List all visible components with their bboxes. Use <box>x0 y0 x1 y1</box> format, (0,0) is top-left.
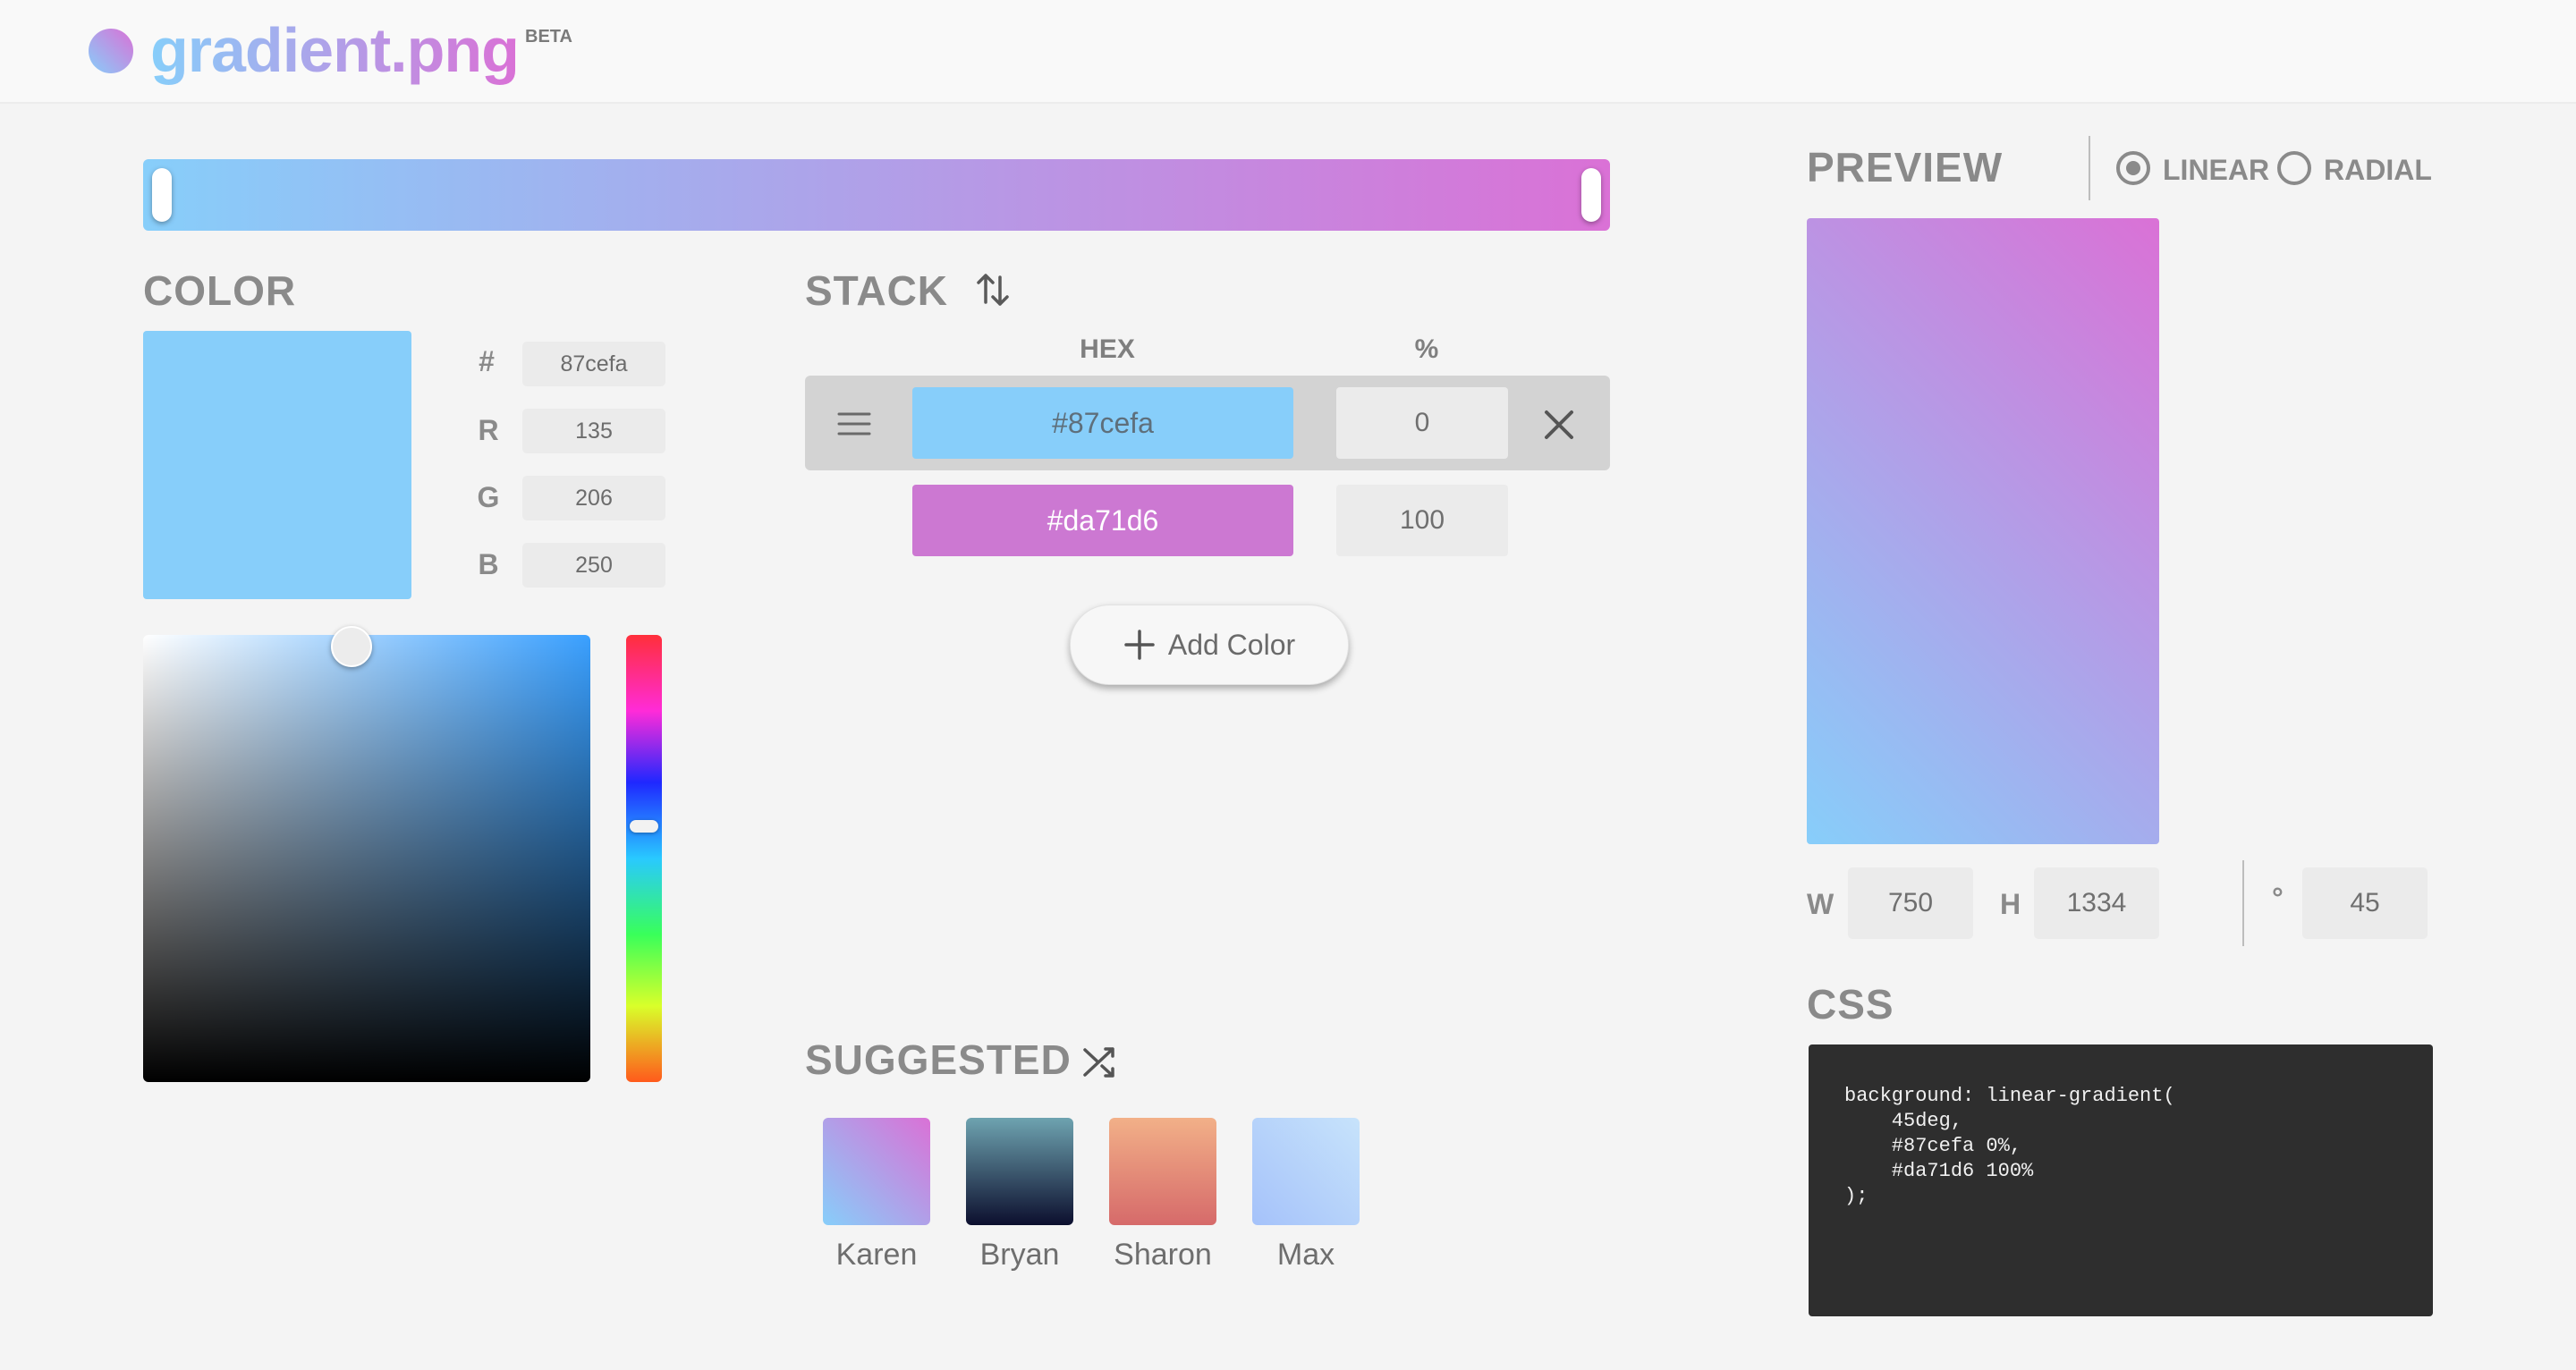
preset-name: Max <box>1276 1238 1335 1272</box>
width-input[interactable]: 750 <box>1848 867 1973 939</box>
r-input[interactable]: 135 <box>522 409 665 453</box>
hex-column-header: HEX <box>1080 334 1135 364</box>
preset-swatch[interactable] <box>1252 1118 1360 1225</box>
b-input[interactable]: 250 <box>522 543 665 588</box>
beta-badge: BETA <box>525 27 572 47</box>
stop-hex-chip[interactable]: #87cefa <box>912 387 1293 459</box>
gradient-preview <box>1807 218 2159 844</box>
g-label: G <box>477 481 500 513</box>
stack-section-title: STACK <box>805 267 949 314</box>
preset-swatch[interactable] <box>823 1118 930 1225</box>
preset-swatch[interactable] <box>1109 1118 1216 1225</box>
stop-hex-chip[interactable]: #da71d6 <box>912 485 1293 556</box>
angle-divider <box>2242 860 2244 946</box>
width-label: W <box>1807 888 1835 920</box>
css-code-output[interactable]: background: linear-gradient( 45deg, #87c… <box>1809 1044 2433 1316</box>
preset-name: Bryan <box>979 1238 1060 1272</box>
angle-label: ° <box>2272 882 2284 914</box>
hex-input[interactable]: 87cefa <box>522 342 665 386</box>
radial-label[interactable]: RADIAL <box>2324 154 2432 187</box>
preset-name: Sharon <box>1114 1238 1212 1272</box>
suggested-preset[interactable]: Bryan <box>966 1118 1073 1273</box>
stop-handle-end[interactable] <box>1581 168 1601 222</box>
linear-radio[interactable] <box>2116 151 2150 185</box>
preset-name: Karen <box>835 1238 918 1272</box>
gradient-stops-bar[interactable] <box>143 159 1610 231</box>
suggested-preset[interactable]: Sharon <box>1109 1118 1216 1273</box>
stop-handle-start[interactable] <box>152 168 172 222</box>
stop-percent-input[interactable]: 100 <box>1336 485 1508 556</box>
height-label: H <box>2000 888 2021 920</box>
logo-mark <box>89 29 133 73</box>
drag-handle-icon[interactable] <box>837 411 871 436</box>
app-logo-text[interactable]: gradient.png <box>150 11 520 89</box>
percent-column-header: % <box>1414 334 1439 364</box>
radial-radio[interactable] <box>2277 151 2311 185</box>
css-section-title: CSS <box>1807 981 1894 1028</box>
b-label: B <box>478 548 499 580</box>
add-color-label: Add Color <box>1167 628 1296 661</box>
radio-selected-dot <box>2126 161 2140 175</box>
suggested-preset[interactable]: Max <box>1252 1118 1360 1273</box>
current-color-swatch <box>143 331 411 599</box>
hex-label: # <box>479 345 495 377</box>
angle-input[interactable]: 45 <box>2302 867 2428 939</box>
r-label: R <box>478 414 499 446</box>
stop-percent-input[interactable]: 0 <box>1336 387 1508 459</box>
preview-section-title: PREVIEW <box>1807 144 2004 190</box>
saturation-value-picker[interactable] <box>143 626 590 1082</box>
suggested-preset[interactable]: Karen <box>823 1118 930 1273</box>
plus-icon <box>1124 630 1155 660</box>
shuffle-icon[interactable] <box>1080 1043 1118 1080</box>
hue-slider-handle[interactable] <box>630 820 658 833</box>
mode-divider <box>2089 136 2090 200</box>
sv-picker-knob[interactable] <box>331 626 372 667</box>
height-input[interactable]: 1334 <box>2034 867 2159 939</box>
sort-arrows-icon[interactable] <box>973 270 1013 309</box>
suggested-section-title: SUGGESTED <box>805 1036 1072 1083</box>
app-header: gradient.png BETA <box>0 0 2576 104</box>
linear-label[interactable]: LINEAR <box>2163 154 2269 187</box>
add-color-button[interactable]: Add Color <box>1070 605 1349 685</box>
g-input[interactable]: 206 <box>522 476 665 520</box>
hue-slider[interactable] <box>626 635 662 1082</box>
remove-stop-icon[interactable] <box>1542 408 1576 442</box>
color-section-title: COLOR <box>143 267 297 314</box>
preset-swatch[interactable] <box>966 1118 1073 1225</box>
